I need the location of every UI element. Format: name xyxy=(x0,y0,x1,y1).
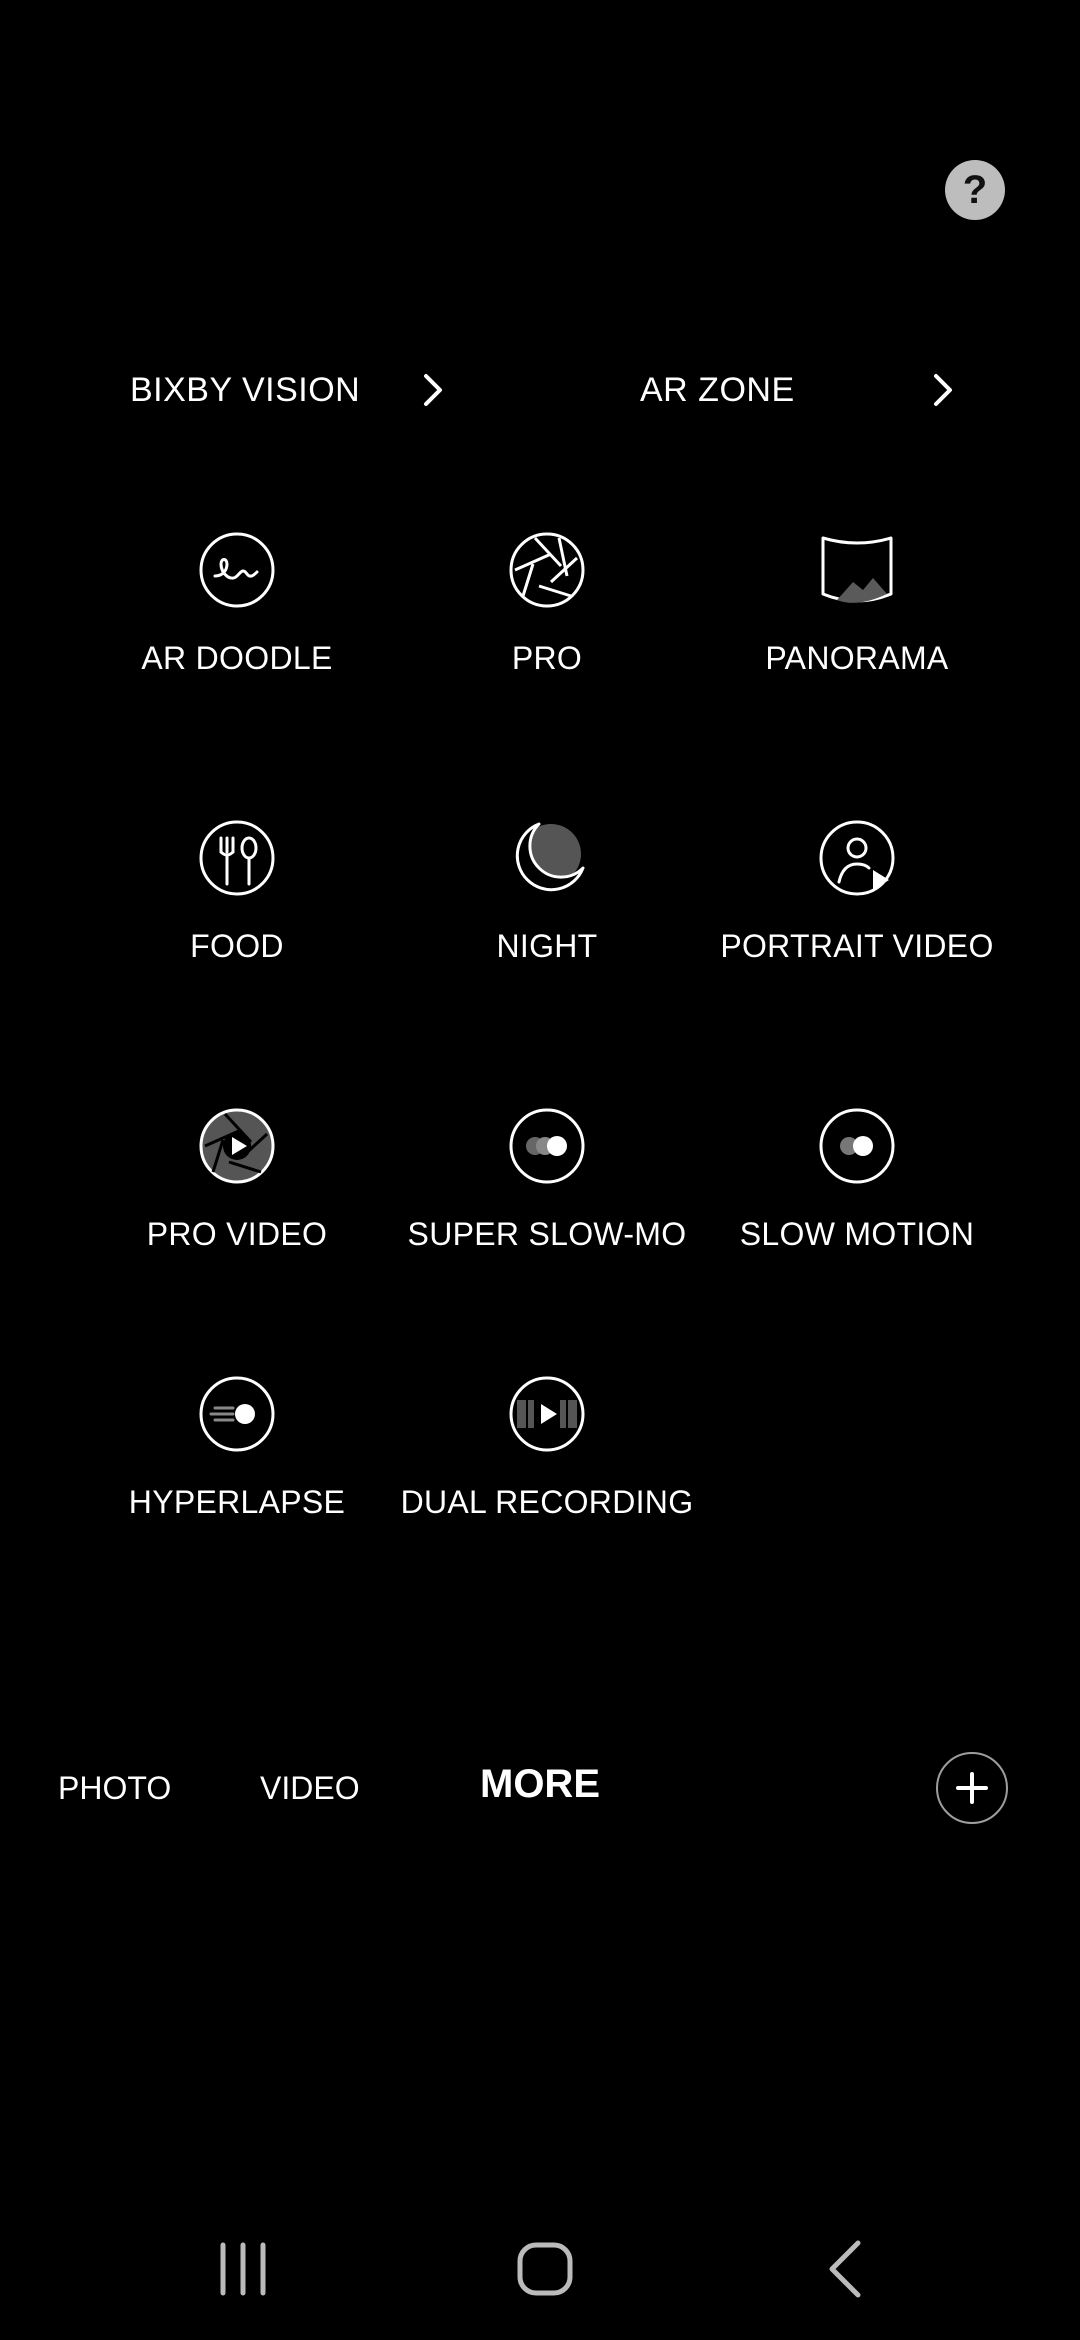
mode-label: PORTRAIT VIDEO xyxy=(720,928,994,964)
help-icon: ? xyxy=(962,167,988,212)
aperture-icon xyxy=(509,532,585,608)
tab-photo[interactable]: PHOTO xyxy=(58,1770,171,1807)
mode-hyperlapse[interactable]: HYPERLAPSE xyxy=(82,1374,392,1521)
dual-recording-icon xyxy=(509,1376,585,1452)
bixby-vision-label: BIXBY VISION xyxy=(130,370,361,409)
chevron-right-icon xyxy=(424,374,442,406)
mode-dual-recording[interactable]: DUAL RECORDING xyxy=(392,1374,702,1521)
mode-label: HYPERLAPSE xyxy=(128,1484,346,1520)
panorama-icon xyxy=(821,536,893,603)
bixby-vision-link[interactable]: BIXBY VISION xyxy=(0,360,540,420)
mode-label: PRO VIDEO xyxy=(146,1216,328,1252)
food-icon xyxy=(199,820,275,896)
super-slow-mo-icon xyxy=(509,1108,585,1184)
add-mode-button[interactable] xyxy=(936,1752,1008,1824)
system-nav-bar xyxy=(0,2235,1080,2305)
mode-tabs: PHOTO VIDEO MORE xyxy=(0,1760,1080,1820)
tab-more[interactable]: MORE xyxy=(480,1762,600,1807)
chevron-right-icon xyxy=(934,374,952,406)
recent-apps-icon[interactable] xyxy=(203,2235,283,2305)
back-icon[interactable] xyxy=(808,2235,888,2305)
slow-motion-icon xyxy=(819,1108,895,1184)
mode-food[interactable]: FOOD xyxy=(82,818,392,965)
help-button[interactable]: ? xyxy=(945,160,1005,220)
portrait-video-icon xyxy=(819,820,895,896)
pro-video-icon xyxy=(199,1108,275,1184)
mode-ar-doodle[interactable]: AR DOODLE xyxy=(82,530,392,677)
tab-video[interactable]: VIDEO xyxy=(260,1770,360,1807)
mode-label: PANORAMA xyxy=(765,640,949,676)
mode-night[interactable]: NIGHT xyxy=(392,818,702,965)
mode-super-slow-mo[interactable]: SUPER SLOW-MO xyxy=(392,1106,702,1253)
mode-label: NIGHT xyxy=(496,928,598,964)
mode-pro-video[interactable]: PRO VIDEO xyxy=(82,1106,392,1253)
mode-panorama[interactable]: PANORAMA xyxy=(702,530,1012,677)
mode-label: SUPER SLOW-MO xyxy=(407,1216,687,1252)
mode-label: FOOD xyxy=(190,928,284,964)
plus-icon xyxy=(956,1772,988,1804)
ar-zone-label: AR ZONE xyxy=(640,370,795,409)
mode-slow-motion[interactable]: SLOW MOTION xyxy=(702,1106,1012,1253)
mode-label: DUAL RECORDING xyxy=(400,1484,694,1520)
mode-label: SLOW MOTION xyxy=(739,1216,975,1252)
home-icon[interactable] xyxy=(505,2235,585,2305)
moon-icon xyxy=(515,822,585,892)
ar-doodle-icon xyxy=(199,532,275,608)
ar-zone-link[interactable]: AR ZONE xyxy=(540,360,1080,420)
mode-portrait-video[interactable]: PORTRAIT VIDEO xyxy=(702,818,1012,965)
hyperlapse-icon xyxy=(199,1376,275,1452)
mode-label: PRO xyxy=(511,640,583,676)
mode-label: AR DOODLE xyxy=(141,640,333,676)
mode-pro[interactable]: PRO xyxy=(392,530,702,677)
